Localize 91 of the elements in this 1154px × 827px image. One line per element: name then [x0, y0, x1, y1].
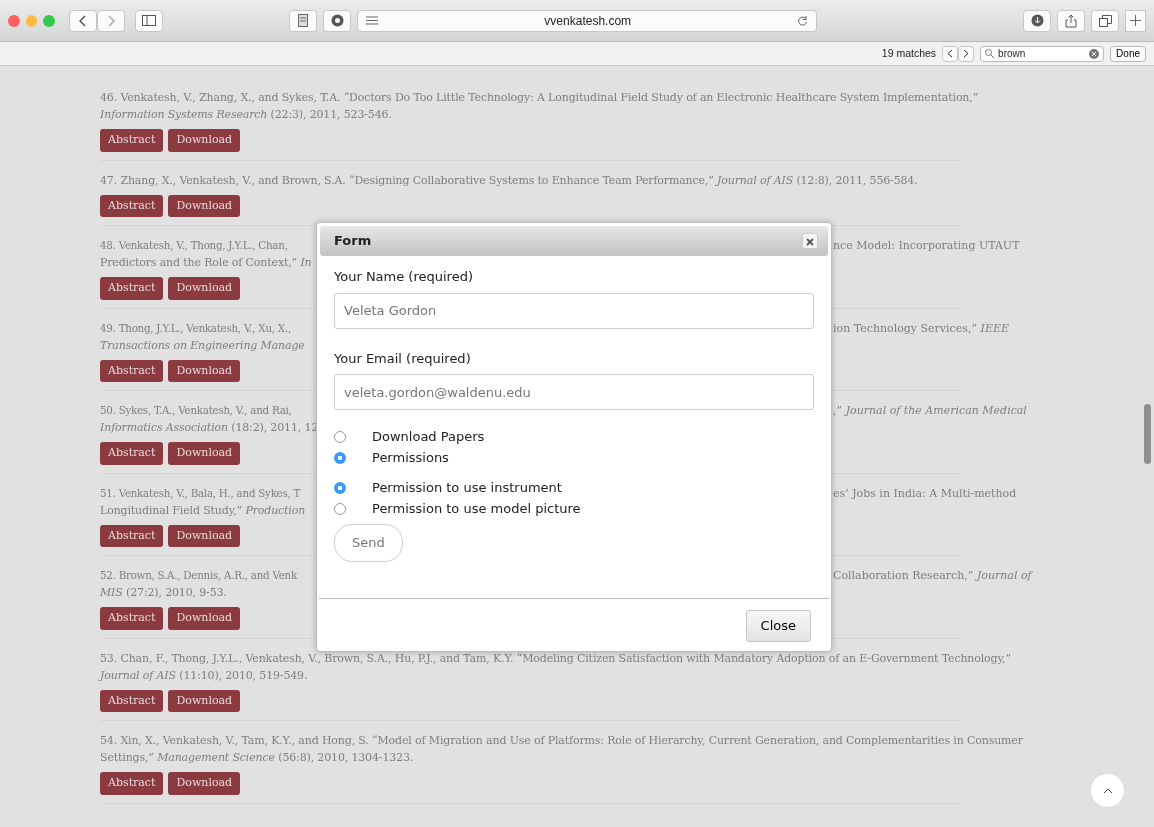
chevron-left-icon	[947, 49, 954, 58]
tabs-icon	[1098, 14, 1112, 27]
search-icon	[985, 49, 995, 58]
citation-text: 48. Venkatesh, V., Thong, J.Y.L., Chan,	[100, 238, 289, 253]
download-button[interactable]: Download	[168, 129, 241, 152]
download-button[interactable]: Download	[168, 689, 241, 712]
citation-text: 50. Sykes, T.A., Venkatesh, V., and Rai,	[100, 403, 293, 418]
tabs-button[interactable]	[1091, 9, 1120, 32]
chevron-up-icon	[1102, 787, 1113, 794]
sidebar-icon	[142, 15, 157, 26]
abstract-button[interactable]: Abstract	[100, 129, 164, 152]
radio-button[interactable]	[334, 481, 346, 494]
share-button[interactable]	[1057, 9, 1086, 32]
radio-button[interactable]	[334, 430, 346, 443]
chevron-left-icon	[79, 14, 88, 27]
citation-text: 54. Xin, X., Venkatesh, V., Tam, K.Y., and Hong, S. “Model of Migration and Use of Platforms: Role of Hierarchy, Current Generation, and Complementarities in Consumer	[100, 734, 1023, 747]
abstract-button[interactable]: Abstract	[100, 689, 164, 712]
sidebar-button[interactable]	[135, 9, 164, 32]
zoom-window-button[interactable]	[43, 14, 56, 27]
citation-text: Settings,” Management Science (56:8), 2010, 1304-1323.	[100, 751, 414, 764]
citation-text: nce Model: Incorporating UTAUT	[833, 238, 1020, 254]
email-label: Your Email (required)	[334, 349, 472, 368]
radio-button[interactable]	[334, 502, 346, 515]
citation-text: 51. Venkatesh, V., Bala, H., and Sykes, T	[100, 485, 302, 501]
citation-text: MIS (27:2), 2010, 9-53.	[100, 586, 227, 599]
option-label: Permissions	[372, 448, 449, 467]
abstract-button[interactable]: Abstract	[100, 359, 164, 382]
page-icon	[298, 14, 309, 27]
ring-icon	[330, 14, 344, 27]
download-button[interactable]: Download	[168, 277, 241, 300]
chevron-right-icon	[107, 14, 116, 27]
download-button[interactable]: Download	[168, 772, 241, 795]
list-icon	[366, 16, 379, 25]
citation-text: ion Technology Services,” IEEE	[833, 320, 1009, 337]
download-button[interactable]: Download	[168, 359, 241, 382]
next-match-button[interactable]	[958, 45, 975, 62]
send-button[interactable]: Send	[334, 524, 403, 562]
plus-icon	[1130, 15, 1141, 26]
find-field[interactable]: brown	[980, 45, 1105, 62]
option-label: Download Papers	[372, 427, 485, 446]
abstract-button[interactable]: Abstract	[100, 607, 164, 630]
citation-text: 49. Thong, J.Y.L., Venkatesh, V., Xu, X.,	[100, 320, 292, 336]
url-text: vvenkatesh.com	[543, 12, 633, 30]
dialog-title: Form	[334, 232, 372, 251]
option-label: Permission to use instrument	[372, 478, 562, 497]
new-tab-button[interactable]	[1125, 9, 1146, 32]
close-icon[interactable]	[802, 233, 818, 249]
citation-text: es’ Jobs in India: A Multi-method	[833, 485, 1017, 502]
close-window-button[interactable]	[8, 14, 20, 27]
downloads-button[interactable]	[1023, 9, 1052, 32]
download-button[interactable]: Download	[168, 442, 241, 465]
share-icon	[1065, 13, 1078, 28]
download-button[interactable]: Download	[168, 194, 241, 217]
citation-text: 46. Venkatesh, V., Zhang, X., and Sykes, T.A. “Doctors Do Too Little Technology: A Longitudinal Field Study of an Electronic Healthcare System Implementation,”	[100, 91, 979, 104]
option-label: Permission to use model picture	[372, 499, 581, 518]
previous-match-button[interactable]	[942, 45, 959, 62]
citation-text: Collaboration Research,” Journal of	[833, 568, 1032, 584]
done-button[interactable]: Done	[1110, 45, 1146, 62]
back-button[interactable]	[69, 9, 98, 32]
match-count: 19 matches	[881, 45, 937, 61]
abstract-button[interactable]: Abstract	[100, 277, 164, 300]
clear-icon[interactable]	[1089, 48, 1100, 59]
citation-text: Transactions on Engineering Manage	[100, 338, 305, 352]
radio-button[interactable]	[334, 451, 346, 464]
citation-text: 53. Chan, F., Thong, J.Y.L., Venkatesh, V., Brown, S.A., Hu, P.J., and Tam, K.Y. “Modeling Citizen Satisfaction with Mandatory Adoption of an E-Government Technology,”	[100, 651, 1011, 665]
name-field[interactable]: Veleta Gordon	[334, 292, 814, 329]
citation-text: 47. Zhang, X., Venkatesh, V., and Brown, S.A. “Designing Collaborative Systems to Enhance Team Performance,” Journal of AIS (12:8), 2011, 556-584.	[100, 173, 918, 187]
chevron-right-icon	[963, 49, 970, 58]
citation-text: ,” Journal of the American Medical	[833, 403, 1027, 419]
reader-button[interactable]	[289, 9, 318, 32]
abstract-button[interactable]: Abstract	[100, 772, 164, 795]
citation-text: Longitudinal Field Study,” Production	[100, 503, 306, 517]
abstract-button[interactable]: Abstract	[100, 194, 164, 217]
download-button[interactable]: Download	[168, 524, 241, 547]
abstract-button[interactable]: Abstract	[100, 442, 164, 465]
forward-button[interactable]	[97, 9, 126, 32]
name-label: Your Name (required)	[334, 268, 474, 286]
address-bar[interactable]: vvenkatesh.com	[357, 9, 818, 32]
citation-text: Journal of AIS (11:10), 2010, 519-549.	[100, 668, 308, 682]
download-icon	[1030, 14, 1044, 27]
citation-text: Information Systems Research (22:3), 2011, 523-546.	[100, 108, 392, 121]
extension-button[interactable]	[323, 9, 352, 32]
download-button[interactable]: Download	[168, 607, 241, 630]
find-query: brown	[998, 47, 1027, 61]
email-field[interactable]: veleta.gordon@waldenu.edu	[334, 374, 814, 410]
close-button[interactable]: Close	[745, 610, 811, 642]
scrollbar-thumb[interactable]	[1144, 404, 1151, 464]
citation-text: 52. Brown, S.A., Dennis, A.R., and Venk	[100, 568, 299, 583]
citation-text: Predictors and the Role of Context,” In	[100, 256, 312, 269]
reload-icon[interactable]	[797, 15, 809, 26]
abstract-button[interactable]: Abstract	[100, 524, 164, 547]
